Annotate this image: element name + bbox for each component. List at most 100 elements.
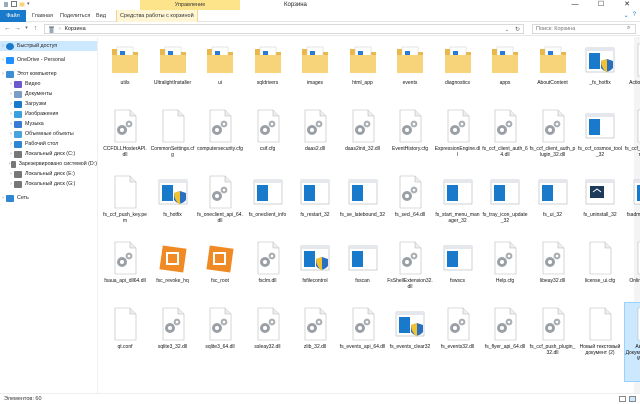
file-item[interactable]: fs_ccf_metrics_plugin_32.dll xyxy=(625,105,640,175)
file-item[interactable]: license_ui.cfg xyxy=(577,237,623,307)
forward-button[interactable]: → xyxy=(13,24,22,33)
file-item[interactable]: Help.cfg xyxy=(482,237,528,307)
file-item[interactable]: fs_ui_32 xyxy=(530,171,576,241)
file-item[interactable]: sqldrivers xyxy=(245,39,291,109)
file-item[interactable]: fs_ccf_cosmos_tool_32 xyxy=(577,105,623,175)
file-item[interactable]: EventHistory.cfg xyxy=(387,105,433,175)
sidebar-item[interactable]: › Видео xyxy=(0,79,97,89)
file-item[interactable]: fs_se_latebound_32 xyxy=(340,171,386,241)
address-dropdown-icon[interactable]: ⌄ xyxy=(505,25,509,35)
file-item[interactable]: sqlite3_32.dll xyxy=(150,303,196,373)
expand-ribbon-icon[interactable]: ⌄ xyxy=(624,12,629,19)
file-item[interactable]: FsShellExtension32.dll xyxy=(387,237,433,307)
properties-icon[interactable] xyxy=(11,1,17,7)
file-item[interactable]: fs_tray_icon_update_32 xyxy=(482,171,528,241)
file-item[interactable]: fsc_revoke_hq xyxy=(150,237,196,307)
file-item[interactable]: ActionCenter.cfg xyxy=(625,39,640,109)
file-item[interactable]: utils xyxy=(102,39,148,109)
file-item[interactable]: fs_ccf_client_auth_plugin_32.dll xyxy=(530,105,576,175)
file-item[interactable]: fs_oneclient_api_64.dll xyxy=(197,171,243,241)
file-item[interactable]: fs_events32.dll xyxy=(435,303,481,373)
file-item[interactable]: _fs_hotfix xyxy=(577,39,623,109)
file-item[interactable]: fswscs xyxy=(435,237,481,307)
file-item[interactable]: fs_uninstall_32 xyxy=(577,171,623,241)
file-item[interactable]: events xyxy=(387,39,433,109)
sidebar-item[interactable]: › Сеть xyxy=(0,193,97,203)
large-icons-view-button[interactable] xyxy=(629,396,636,402)
tab-recycle-bin-tools[interactable]: Средства работы с корзиной xyxy=(116,10,198,22)
file-item[interactable]: daas2init_32.dll xyxy=(340,105,386,175)
file-item[interactable]: fs_hotfix xyxy=(150,171,196,241)
sidebar-item[interactable]: › Локальный диск (E:) xyxy=(0,169,97,179)
sidebar-item[interactable]: › Этот компьютер xyxy=(0,69,97,79)
back-button[interactable]: ← xyxy=(3,24,12,33)
file-item[interactable]: fsaua_api_dll64.dll xyxy=(102,237,148,307)
file-item[interactable]: UltralightInstaller xyxy=(150,39,196,109)
file-item[interactable]: fs_ccf_client_auth_64.dll xyxy=(482,105,528,175)
file-item[interactable]: fs_oneclient_info xyxy=(245,171,291,241)
file-item[interactable]: fs_ccf_push_plugin_32.dll xyxy=(530,303,576,373)
tab-home[interactable]: Главная xyxy=(32,10,53,22)
sidebar-item[interactable]: › Рабочий стол xyxy=(0,139,97,149)
tab-view[interactable]: Вид xyxy=(96,10,106,22)
file-item[interactable]: ui xyxy=(197,39,243,109)
sidebar-item[interactable]: › Зарезервировано системой (D:) xyxy=(0,159,97,169)
gear-file-icon xyxy=(538,109,568,143)
file-item[interactable]: OnlineSafety.cfg xyxy=(625,237,640,307)
sidebar-item[interactable]: › Загрузки xyxy=(0,99,97,109)
close-button[interactable]: ✕ xyxy=(614,0,640,10)
file-item[interactable]: ExpressionEngine.dll xyxy=(435,105,481,175)
tab-share[interactable]: Поделиться xyxy=(60,10,90,22)
file-item[interactable]: images xyxy=(292,39,338,109)
refresh-button[interactable]: ↻ xyxy=(515,25,520,35)
file-item[interactable]: CCFDLLHosterAPI.dll xyxy=(102,105,148,175)
file-item[interactable]: fs_events_clear32 xyxy=(387,303,433,373)
sidebar-item[interactable]: › Быстрый доступ xyxy=(0,41,97,51)
new-folder-icon[interactable] xyxy=(19,1,25,7)
file-item[interactable]: sqlite3_64.dll xyxy=(197,303,243,373)
file-item[interactable]: Автокопия Документ Microsoft Word.asd xyxy=(623,302,640,382)
file-item[interactable]: fs_events_api_64.dll xyxy=(340,303,386,373)
file-item[interactable]: ssleay32.dll xyxy=(245,303,291,373)
file-item[interactable]: fs_secl_64.dll xyxy=(387,171,433,241)
file-item[interactable]: daas2.dll xyxy=(292,105,338,175)
file-item[interactable]: html_app xyxy=(340,39,386,109)
sidebar-item[interactable]: › OneDrive - Personal xyxy=(0,55,97,65)
sidebar-item[interactable]: › Локальный диск (G:) xyxy=(0,179,97,189)
file-item[interactable]: AboutContent xyxy=(530,39,576,109)
file-item[interactable]: CommonSettings.cfg xyxy=(150,105,196,175)
minimize-button[interactable]: — xyxy=(562,0,588,10)
file-item[interactable]: apps xyxy=(482,39,528,109)
file-item[interactable]: zlib_32.dll xyxy=(292,303,338,373)
up-button[interactable]: ↑ xyxy=(31,24,40,33)
qat-dropdown-icon[interactable]: ▾ xyxy=(27,1,30,7)
file-item[interactable]: fsc_root xyxy=(197,237,243,307)
file-item[interactable]: fsscan xyxy=(340,237,386,307)
file-item[interactable]: qt.conf xyxy=(102,303,148,373)
file-item[interactable]: Новый текстовый документ (2) xyxy=(577,303,623,373)
sidebar-item[interactable]: › Локальный диск (C:) xyxy=(0,149,97,159)
file-item[interactable]: diagnostics xyxy=(435,39,481,109)
file-item[interactable]: fs_restart_32 xyxy=(292,171,338,241)
search-input[interactable]: Поиск: Корзина xyxy=(532,24,636,34)
file-item[interactable]: fsfilecontrol xyxy=(292,237,338,307)
tab-file[interactable]: Файл xyxy=(0,10,26,22)
file-item[interactable]: csif.cfg xyxy=(245,105,291,175)
maximize-button[interactable]: ☐ xyxy=(588,0,614,10)
sidebar-item[interactable]: › Объемные объекты xyxy=(0,129,97,139)
file-item[interactable]: fs_flyer_api_64.dll xyxy=(482,303,528,373)
breadcrumb[interactable]: Корзина xyxy=(65,26,86,32)
address-field[interactable]: › Корзина ⌄ ↻ xyxy=(44,24,524,34)
sidebar-item[interactable]: › Музыка xyxy=(0,119,97,129)
file-item[interactable]: fsclm.dll xyxy=(245,237,291,307)
file-item[interactable]: fs_ccf_push_key.pem xyxy=(102,171,148,241)
sidebar-item[interactable]: › Документы xyxy=(0,89,97,99)
recent-locations-icon[interactable]: ▾ xyxy=(22,24,31,33)
file-item[interactable]: computersecurity.cfg xyxy=(197,105,243,175)
help-icon[interactable]: ? xyxy=(633,12,636,19)
file-item[interactable]: fs_start_menu_manager_32 xyxy=(435,171,481,241)
file-item[interactable]: fsadminaccess_32 xyxy=(625,171,640,241)
file-item[interactable]: libeay32.dll xyxy=(530,237,576,307)
details-view-button[interactable] xyxy=(619,396,626,402)
sidebar-item[interactable]: › Изображения xyxy=(0,109,97,119)
